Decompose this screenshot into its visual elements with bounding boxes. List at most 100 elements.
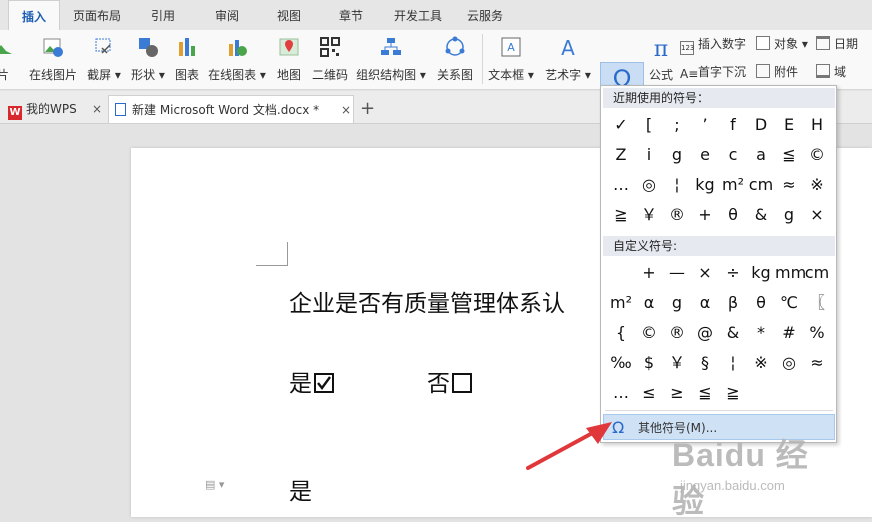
- qrcode-button[interactable]: 二维码: [310, 32, 350, 86]
- symbol-cell[interactable]: [: [635, 110, 663, 140]
- symbol-cell[interactable]: *: [747, 318, 775, 348]
- symbol-cell[interactable]: f: [719, 110, 747, 140]
- tab-references[interactable]: 引用: [138, 0, 188, 30]
- symbol-cell[interactable]: D: [747, 110, 775, 140]
- symbol-cell[interactable]: ×: [803, 200, 831, 230]
- tab-my-wps[interactable]: W 我的WPS ×: [8, 95, 108, 123]
- close-icon[interactable]: ×: [92, 95, 102, 123]
- online-picture-button[interactable]: 在线图片: [24, 32, 82, 86]
- chart-button[interactable]: 图表: [172, 32, 202, 86]
- symbol-cell[interactable]: ’: [691, 110, 719, 140]
- new-tab-button[interactable]: +: [360, 95, 378, 123]
- symbol-cell[interactable]: ®: [663, 318, 691, 348]
- checked-box-icon[interactable]: [314, 373, 334, 393]
- symbol-cell[interactable]: ¦: [719, 348, 747, 378]
- symbol-cell[interactable]: g: [663, 288, 691, 318]
- symbol-cell[interactable]: e: [691, 140, 719, 170]
- formula-button[interactable]: π 公式: [646, 32, 676, 86]
- paste-options-icon[interactable]: ▤ ▾: [205, 478, 224, 491]
- symbol-cell[interactable]: θ: [747, 288, 775, 318]
- symbol-cell[interactable]: Z: [607, 140, 635, 170]
- symbol-cell[interactable]: ℃: [775, 288, 803, 318]
- symbol-cell[interactable]: m²: [607, 288, 635, 318]
- symbol-cell[interactable]: ≧: [607, 200, 635, 230]
- symbol-cell[interactable]: ©: [803, 140, 831, 170]
- insert-number-button[interactable]: 123 插入数字: [680, 34, 746, 55]
- symbol-cell[interactable]: &: [719, 318, 747, 348]
- symbol-cell[interactable]: 〖: [803, 288, 831, 318]
- symbol-cell[interactable]: β: [719, 288, 747, 318]
- wordart-button[interactable]: A 艺术字 ▾: [540, 32, 596, 86]
- symbol-cell[interactable]: ≤: [635, 378, 663, 408]
- symbol-cell[interactable]: ©: [635, 318, 663, 348]
- tab-developer[interactable]: 开发工具: [386, 0, 450, 30]
- online-chart-button[interactable]: 在线图表 ▾: [206, 32, 268, 86]
- object-button[interactable]: 对象 ▾: [756, 34, 808, 54]
- symbol-cell[interactable]: {: [607, 318, 635, 348]
- symbol-cell[interactable]: ×: [691, 258, 719, 288]
- symbol-cell[interactable]: c: [719, 140, 747, 170]
- tab-cloud[interactable]: 云服务: [460, 0, 510, 30]
- symbol-cell[interactable]: g: [775, 200, 803, 230]
- symbol-cell[interactable]: ※: [803, 170, 831, 200]
- symbol-cell[interactable]: [607, 258, 635, 288]
- symbol-cell[interactable]: E: [775, 110, 803, 140]
- symbol-cell[interactable]: ;: [663, 110, 691, 140]
- symbol-cell[interactable]: ®: [663, 200, 691, 230]
- symbol-cell[interactable]: ÷: [719, 258, 747, 288]
- tab-page-layout[interactable]: 页面布局: [62, 0, 132, 30]
- symbol-cell[interactable]: §: [691, 348, 719, 378]
- textbox-button[interactable]: A 文本框 ▾: [486, 32, 536, 86]
- drop-cap-button[interactable]: A≡首字下沉: [680, 62, 746, 82]
- symbol-cell[interactable]: α: [691, 288, 719, 318]
- org-chart-button[interactable]: 组织结构图 ▾: [354, 32, 428, 86]
- symbol-cell[interactable]: g: [663, 140, 691, 170]
- map-button[interactable]: 地图: [272, 32, 306, 86]
- symbol-cell[interactable]: ※: [747, 348, 775, 378]
- relation-chart-button[interactable]: 关系图: [434, 32, 476, 86]
- symbol-cell[interactable]: cm: [747, 170, 775, 200]
- symbol-cell[interactable]: ≈: [775, 170, 803, 200]
- symbol-cell[interactable]: ‰: [607, 348, 635, 378]
- tab-review[interactable]: 审阅: [202, 0, 252, 30]
- tab-view[interactable]: 视图: [264, 0, 314, 30]
- symbol-cell[interactable]: —: [663, 258, 691, 288]
- symbol-cell[interactable]: +: [635, 258, 663, 288]
- symbol-cell[interactable]: …: [607, 378, 635, 408]
- symbol-cell[interactable]: α: [635, 288, 663, 318]
- symbol-cell[interactable]: ◎: [635, 170, 663, 200]
- symbol-cell[interactable]: ≦: [775, 140, 803, 170]
- symbol-cell[interactable]: mm: [775, 258, 806, 288]
- field-button[interactable]: 域: [816, 62, 846, 82]
- symbol-cell[interactable]: ≈: [803, 348, 831, 378]
- symbol-cell[interactable]: ≥: [663, 378, 691, 408]
- symbol-cell[interactable]: ≧: [719, 378, 747, 408]
- symbol-cell[interactable]: kg: [747, 258, 775, 288]
- symbol-cell[interactable]: +: [691, 200, 719, 230]
- symbol-cell[interactable]: a: [747, 140, 775, 170]
- symbol-cell[interactable]: cm: [803, 258, 831, 288]
- symbol-cell[interactable]: …: [607, 170, 635, 200]
- symbol-cell[interactable]: kg: [691, 170, 719, 200]
- symbol-cell[interactable]: i: [635, 140, 663, 170]
- symbol-cell[interactable]: H: [803, 110, 831, 140]
- symbol-cell[interactable]: m²: [719, 170, 747, 200]
- date-button[interactable]: 日期: [816, 34, 858, 54]
- symbol-cell[interactable]: #: [775, 318, 803, 348]
- symbol-cell[interactable]: @: [691, 318, 719, 348]
- picture-button[interactable]: 片: [0, 32, 18, 86]
- close-icon[interactable]: ×: [341, 96, 351, 124]
- screenshot-button[interactable]: 截屏 ▾: [84, 32, 124, 86]
- symbol-cell[interactable]: ≦: [691, 378, 719, 408]
- symbol-cell[interactable]: $: [635, 348, 663, 378]
- tab-insert[interactable]: 插入: [8, 0, 60, 30]
- attachment-button[interactable]: 附件: [756, 62, 798, 82]
- symbol-cell[interactable]: %: [803, 318, 831, 348]
- tab-chapter[interactable]: 章节: [326, 0, 376, 30]
- symbol-cell[interactable]: ✓: [607, 110, 635, 140]
- symbol-cell[interactable]: ￥: [663, 348, 691, 378]
- tab-document[interactable]: 新建 Microsoft Word 文档.docx * ×: [108, 95, 354, 123]
- shape-button[interactable]: 形状 ▾: [128, 32, 168, 86]
- symbol-cell[interactable]: ￥: [635, 200, 663, 230]
- symbol-cell[interactable]: θ: [719, 200, 747, 230]
